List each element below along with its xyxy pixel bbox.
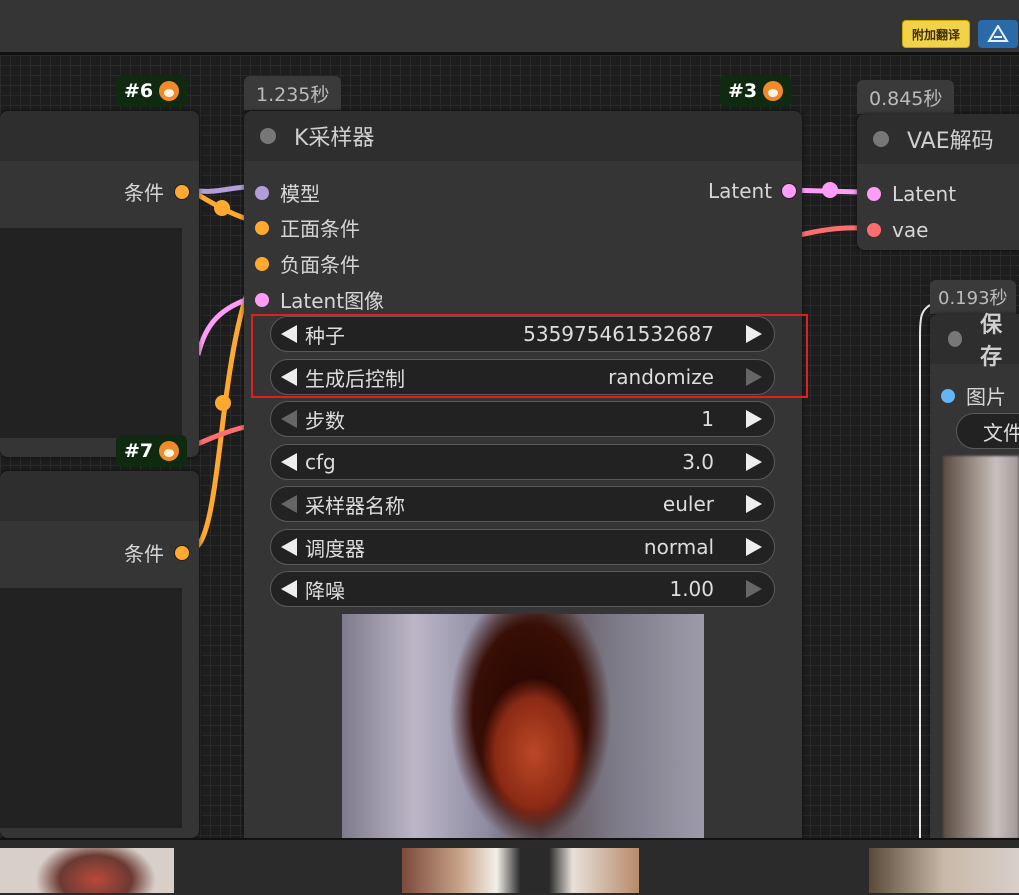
widget-steps[interactable]: 步数 1 bbox=[270, 401, 775, 437]
widget-sampler-name[interactable]: 采样器名称 euler bbox=[270, 486, 775, 522]
clip-bottom-output-slot[interactable]: 条件 bbox=[124, 538, 190, 567]
top-toolbar: 附加翻译 bbox=[0, 0, 1019, 55]
positive-input-dot[interactable] bbox=[255, 220, 269, 235]
clip-text-node-top[interactable]: 条件 bbox=[0, 111, 199, 457]
widget-value: 1.00 bbox=[669, 577, 714, 601]
collapse-dot-icon[interactable] bbox=[260, 128, 276, 144]
fox-icon bbox=[763, 81, 784, 101]
input-label: Latent图像 bbox=[280, 289, 385, 313]
widget-label: 调度器 bbox=[305, 536, 365, 561]
translate-button[interactable]: 附加翻译 bbox=[902, 20, 970, 48]
widget-value: normal bbox=[643, 535, 714, 559]
ksampler-input-positive[interactable]: 正面条件 bbox=[255, 213, 360, 242]
ksampler-input-negative[interactable]: 负面条件 bbox=[255, 249, 360, 278]
clip-top-output-label: 条件 bbox=[124, 181, 164, 205]
widget-label: 降噪 bbox=[305, 578, 345, 603]
clip-bottom-output-dot[interactable] bbox=[174, 544, 190, 561]
ksampler-input-model[interactable]: 模型 bbox=[255, 178, 320, 207]
save-output-image bbox=[943, 456, 1019, 839]
vae-input-dot[interactable] bbox=[867, 223, 881, 237]
clip-bottom-text-area[interactable] bbox=[0, 588, 182, 828]
model-input-dot[interactable] bbox=[255, 185, 269, 200]
input-label: 正面条件 bbox=[280, 217, 360, 241]
badge-label: #6 bbox=[124, 80, 154, 102]
ksampler-exec-time: 1.235秒 bbox=[244, 76, 342, 110]
increment-arrow-icon[interactable] bbox=[746, 495, 762, 513]
increment-arrow-icon[interactable] bbox=[746, 580, 762, 598]
decrement-arrow-icon[interactable] bbox=[281, 410, 297, 428]
widget-value: euler bbox=[662, 492, 714, 516]
fox-icon bbox=[159, 441, 180, 461]
widget-scheduler[interactable]: 调度器 normal bbox=[270, 529, 775, 565]
input-label: 模型 bbox=[280, 182, 320, 206]
widget-label: cfg bbox=[305, 450, 336, 474]
node-badge-3: #3 bbox=[720, 75, 792, 107]
ksampler-title-bar[interactable]: K采样器 bbox=[244, 111, 802, 161]
decrement-arrow-icon[interactable] bbox=[281, 495, 297, 513]
clip-top-text-area[interactable] bbox=[0, 228, 182, 438]
decrement-arrow-icon[interactable] bbox=[281, 538, 297, 556]
clip-bottom-output-label: 条件 bbox=[124, 542, 164, 566]
node-badge-7: #7 bbox=[116, 435, 188, 467]
increment-arrow-icon[interactable] bbox=[746, 453, 762, 471]
vae-input-latent[interactable]: Latent bbox=[867, 182, 956, 206]
ksampler-title: K采样器 bbox=[294, 126, 375, 151]
latent-input-dot[interactable] bbox=[255, 292, 269, 307]
vae-exec-time: 0.845秒 bbox=[857, 80, 955, 114]
save-image-title-bar[interactable]: 保存 bbox=[930, 313, 1019, 370]
queue-thumbnail[interactable] bbox=[402, 848, 639, 893]
latent-input-dot[interactable] bbox=[867, 187, 881, 201]
queue-thumbnail[interactable] bbox=[869, 848, 1019, 893]
widget-label: 文件 bbox=[983, 420, 1019, 445]
ksampler-output-latent[interactable]: Latent bbox=[708, 179, 798, 203]
annotation-highlight-box bbox=[251, 314, 808, 398]
input-label: Latent bbox=[892, 182, 957, 206]
badge-label: #7 bbox=[124, 440, 154, 462]
save-image-title: 保存 bbox=[980, 313, 1003, 370]
input-label: 负面条件 bbox=[280, 253, 360, 277]
clip-bottom-title[interactable] bbox=[0, 471, 199, 521]
widget-cfg[interactable]: cfg 3.0 bbox=[270, 444, 775, 480]
widget-label: 步数 bbox=[305, 408, 345, 433]
widget-value: 1 bbox=[701, 407, 714, 431]
decrement-arrow-icon[interactable] bbox=[281, 580, 297, 598]
badge-label: #3 bbox=[728, 80, 758, 102]
save-input-images[interactable]: 图片 bbox=[941, 381, 1006, 410]
widget-value: 3.0 bbox=[682, 450, 714, 474]
clip-text-node-bottom[interactable]: 条件 bbox=[0, 471, 199, 838]
input-label: 图片 bbox=[966, 385, 1006, 409]
ksampler-input-latent[interactable]: Latent图像 bbox=[255, 285, 384, 314]
queue-thumbnail[interactable] bbox=[0, 848, 174, 893]
latent-preview-image bbox=[342, 614, 704, 838]
decrement-arrow-icon[interactable] bbox=[281, 453, 297, 471]
increment-arrow-icon[interactable] bbox=[746, 538, 762, 556]
widget-label: 采样器名称 bbox=[305, 493, 405, 518]
clip-top-title[interactable] bbox=[0, 111, 199, 161]
comfy-logo-icon[interactable] bbox=[978, 20, 1018, 48]
collapse-dot-icon[interactable] bbox=[873, 131, 889, 147]
widget-filename-prefix[interactable]: 文件 bbox=[956, 413, 1019, 449]
vae-decode-title-bar[interactable]: VAE解码 bbox=[857, 114, 1019, 164]
clip-top-output-dot[interactable] bbox=[174, 183, 190, 200]
output-label: Latent bbox=[708, 179, 773, 203]
fox-icon bbox=[159, 81, 180, 101]
input-label: vae bbox=[892, 218, 929, 242]
vae-decode-title: VAE解码 bbox=[907, 129, 994, 154]
widget-denoise[interactable]: 降噪 1.00 bbox=[270, 571, 775, 607]
vae-input-vae[interactable]: vae bbox=[867, 218, 928, 242]
collapse-dot-icon[interactable] bbox=[948, 331, 963, 347]
increment-arrow-icon[interactable] bbox=[746, 410, 762, 428]
node-badge-6: #6 bbox=[116, 75, 188, 107]
image-input-dot[interactable] bbox=[941, 388, 955, 403]
clip-top-output-slot[interactable]: 条件 bbox=[124, 177, 190, 206]
latent-output-dot[interactable] bbox=[781, 183, 798, 199]
negative-input-dot[interactable] bbox=[255, 256, 269, 271]
